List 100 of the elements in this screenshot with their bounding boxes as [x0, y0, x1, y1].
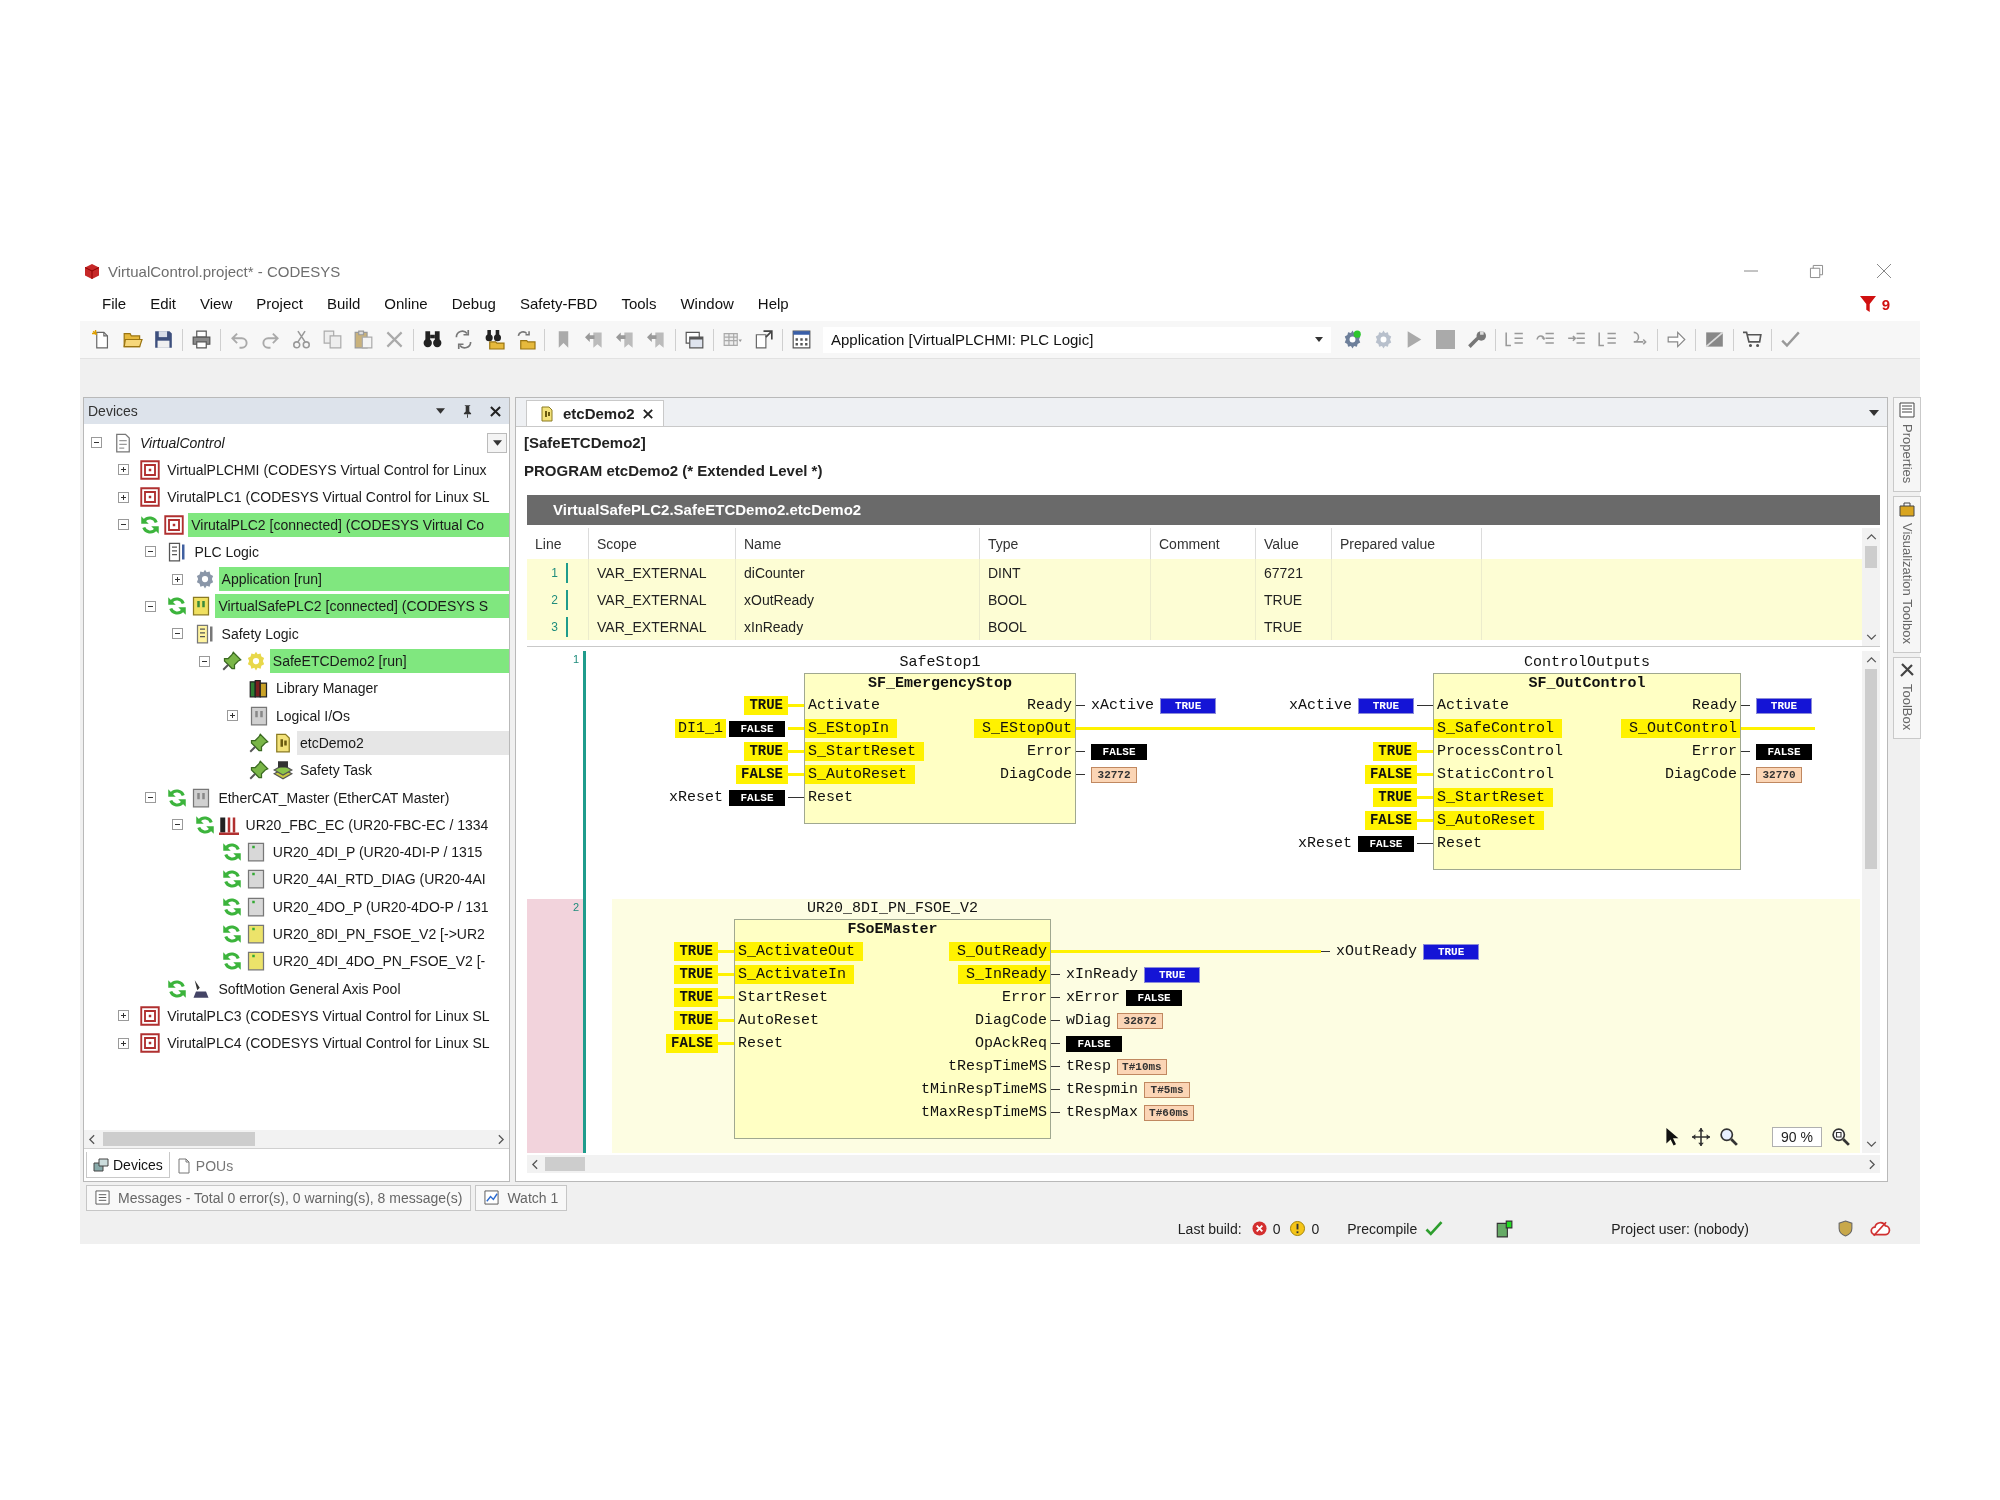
chevron-left-icon[interactable]	[89, 1133, 95, 1145]
expand-toggle-icon[interactable]	[117, 1010, 129, 1022]
arrow-right-icon[interactable]	[1667, 330, 1686, 349]
tree-item[interactable]: VirutalPLC3 (CODESYS Virtual Control for Linux SL	[164, 1003, 493, 1028]
caret-down-icon[interactable]	[1869, 410, 1879, 416]
tree-item[interactable]: Library Manager	[273, 676, 381, 701]
restore-icon[interactable]	[1810, 264, 1823, 278]
move-icon[interactable]	[1692, 1128, 1711, 1146]
stacked-windows-icon[interactable]	[685, 330, 704, 349]
document-arrow-icon[interactable]	[754, 330, 773, 349]
caret-down-icon[interactable]	[436, 408, 445, 414]
tree-item[interactable]: UR20_4AI_RTD_DIAG (UR20-4AI	[269, 867, 489, 892]
chevron-down-icon[interactable]	[1865, 1141, 1877, 1147]
tree-item[interactable]: UR20_FBC_EC (UR20-FBC-EC / 1334	[242, 812, 492, 837]
tree-item[interactable]: VirtualControl	[137, 430, 228, 455]
new-file-icon[interactable]	[92, 330, 111, 349]
scrollbar-track[interactable]	[84, 1130, 509, 1148]
expand-toggle-icon[interactable]	[117, 464, 129, 476]
close-icon[interactable]	[642, 408, 653, 419]
panel-tab[interactable]: Devices	[86, 1152, 170, 1178]
tree-item[interactable]: SoftMotion General Axis Pool	[215, 976, 404, 1001]
tree-item[interactable]: UR20_4DO_P (UR20-4DO-P / 131	[269, 894, 492, 919]
chevron-up-icon[interactable]	[1865, 657, 1877, 663]
shield-icon[interactable]	[1837, 1220, 1854, 1237]
chevron-left-icon[interactable]	[532, 1158, 538, 1170]
menu-item[interactable]: Tools	[609, 292, 669, 316]
side-tab[interactable]: Properties	[1893, 397, 1921, 493]
zoom-field[interactable]: 90 %	[1772, 1127, 1822, 1147]
swap-arrows-folder-icon[interactable]	[516, 330, 535, 349]
menu-item[interactable]: Online	[372, 292, 440, 316]
menu-item[interactable]: Edit	[138, 292, 189, 316]
bottom-tab[interactable]: Messages - Total 0 error(s), 0 warning(s), 8 message(s)	[86, 1184, 472, 1211]
menu-item[interactable]: Window	[668, 292, 746, 316]
tree-item[interactable]: VirutalPLC1 (CODESYS Virtual Control for Linux SL	[164, 485, 493, 510]
scrollbar-thumb[interactable]	[103, 1132, 255, 1146]
chevron-right-icon[interactable]	[1869, 1158, 1875, 1170]
tree-item[interactable]: UR20_4DI_P (UR20-4DI-P / 1315	[269, 840, 486, 865]
scrollbar-thumb[interactable]	[1865, 546, 1877, 568]
crossed-cloud-icon[interactable]	[1871, 1220, 1890, 1237]
expand-toggle-icon[interactable]	[172, 573, 184, 585]
striped-panel-icon[interactable]	[1705, 330, 1724, 349]
tree-item[interactable]: SafeETCDemo2 [run]	[269, 649, 509, 673]
collapse-toggle-icon[interactable]	[172, 628, 184, 640]
binoculars-folder-icon[interactable]	[485, 330, 504, 349]
expand-toggle-icon[interactable]	[117, 1037, 129, 1049]
expand-toggle-icon[interactable]	[117, 491, 129, 503]
chevron-up-icon[interactable]	[1865, 534, 1877, 540]
menu-item[interactable]: View	[188, 292, 245, 316]
scissors-icon[interactable]	[292, 330, 311, 349]
collapse-toggle-icon[interactable]	[172, 819, 184, 831]
tree-item[interactable]: VirtualPLCHMI (CODESYS Virtual Control for Linux	[164, 457, 490, 482]
menu-item[interactable]: Build	[314, 292, 373, 316]
application-dropdown[interactable]: Application [VirtualPLCHMI: PLC Logic]	[823, 326, 1331, 353]
collapse-toggle-icon[interactable]	[144, 792, 156, 803]
tree-item[interactable]: VirutalPLC2 [connected] (CODESYS Virtual Co	[188, 512, 509, 537]
scrollbar-track[interactable]	[1862, 528, 1880, 646]
tree-item[interactable]: VirtualSafePLC2 [connected] (CODESYS S	[215, 594, 509, 619]
bookmark-arrow-icon[interactable]	[585, 330, 604, 349]
function-block[interactable]: SF_OutControl Activate S_SafeControl ProcessControl StaticControl S_StartReset S_AutoReset Reset Ready S_OutControl Error DiagCode	[1432, 673, 1741, 870]
expand-toggle-icon[interactable]	[226, 710, 238, 722]
magnifier-frame-icon[interactable]	[1832, 1128, 1850, 1146]
arrow-lines-icon[interactable]	[1598, 330, 1617, 349]
tree-item[interactable]: UR20_4DI_4DO_PN_FSOE_V2 [-	[269, 949, 489, 974]
device-icon[interactable]	[1495, 1219, 1514, 1238]
scrollbar-track[interactable]	[527, 1155, 1880, 1173]
collapse-toggle-icon[interactable]	[117, 519, 129, 531]
binoculars-icon[interactable]	[423, 330, 442, 349]
tree-item[interactable]: etcDemo2	[297, 730, 509, 755]
scrollbar-track[interactable]	[1862, 651, 1880, 1153]
scrollbar-thumb[interactable]	[545, 1157, 585, 1171]
chevron-right-icon[interactable]	[498, 1133, 504, 1145]
chevron-down-icon[interactable]	[1865, 634, 1877, 640]
menu-item[interactable]: Safety-FBD	[507, 292, 610, 316]
scrollbar-thumb[interactable]	[1865, 669, 1877, 869]
clipboard-icon[interactable]	[354, 330, 373, 349]
close-icon[interactable]	[490, 405, 501, 417]
open-folder-icon[interactable]	[123, 330, 142, 349]
funnel-icon[interactable]	[1859, 296, 1876, 312]
side-tab[interactable]: Visualization Toolbox	[1893, 496, 1921, 654]
menu-item[interactable]: Debug	[439, 292, 508, 316]
menu-item[interactable]: Help	[745, 292, 801, 316]
tree-item[interactable]: VirutalPLC4 (CODESYS Virtual Control for Linux SL	[164, 1031, 493, 1056]
panel-tab[interactable]: POUs	[169, 1153, 240, 1178]
collapse-toggle-icon[interactable]	[144, 600, 156, 612]
cart-icon[interactable]	[1743, 330, 1762, 349]
menu-item[interactable]: Project	[244, 292, 315, 316]
dropdown-button[interactable]	[487, 432, 507, 453]
tree-item[interactable]: Safety Logic	[218, 621, 302, 646]
bookmark-arrow-icon[interactable]	[616, 330, 635, 349]
editor-tab[interactable]: etcDemo2	[526, 400, 664, 426]
bottom-tab[interactable]: Watch 1	[475, 1184, 568, 1211]
collapse-toggle-icon[interactable]	[199, 655, 211, 667]
bookmark-arrow-icon[interactable]	[647, 330, 666, 349]
side-tab[interactable]: ToolBox	[1893, 657, 1921, 740]
tree-item[interactable]: UR20_8DI_PN_FSOE_V2 [->UR2	[269, 922, 488, 946]
printer-icon[interactable]	[192, 330, 211, 349]
tree-item[interactable]: Application [run]	[218, 567, 509, 592]
tree-item[interactable]: PLC Logic	[191, 539, 262, 564]
function-block[interactable]: FSoEMaster S_ActivateOut S_ActivateIn StartReset AutoReset Reset S_OutReady S_InReady Error DiagCode OpAckReq tRespTimeMS tMinRespTimeMS tMaxRespTimeMS	[734, 919, 1052, 1139]
tree-item[interactable]: EtherCAT_Master (EtherCAT Master)	[215, 785, 453, 810]
